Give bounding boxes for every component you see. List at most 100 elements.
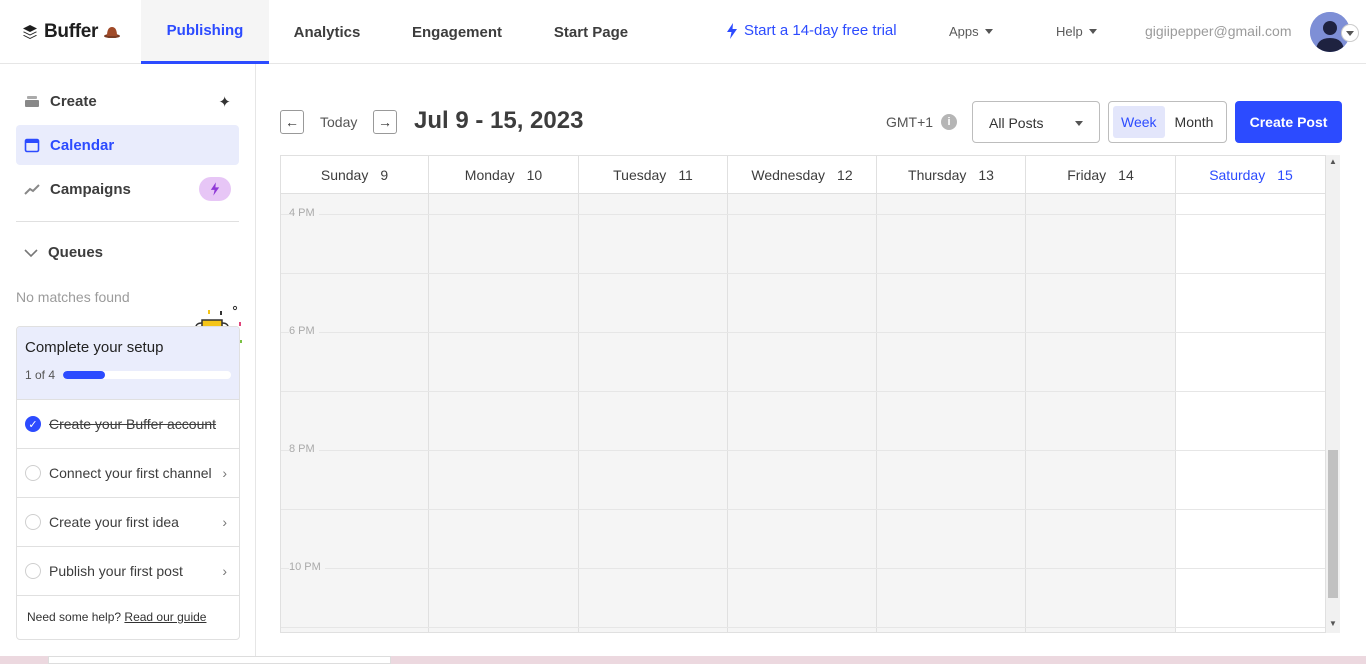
no-matches-text: No matches found — [16, 289, 130, 305]
setup-step-publish-post[interactable]: Publish your first post › — [17, 547, 239, 596]
date-range-title: Jul 9 - 15, 2023 — [414, 107, 584, 134]
hour-line — [281, 391, 1325, 392]
arrow-right-icon: → — [378, 114, 392, 130]
chevron-down-icon — [24, 248, 38, 257]
sidebar-item-campaigns[interactable]: Campaigns — [16, 169, 239, 209]
timezone-label: GMT+1 — [886, 114, 934, 130]
sidebar-item-label: Calendar — [50, 136, 115, 154]
lightning-icon — [727, 22, 737, 39]
week-view-button[interactable]: Week — [1113, 106, 1165, 138]
hour-line — [281, 214, 1325, 215]
sidebar-item-label: Campaigns — [50, 180, 131, 198]
buffer-logo[interactable]: Buffer — [22, 20, 121, 44]
day-number: 13 — [978, 167, 994, 183]
day-name: Thursday — [908, 167, 967, 183]
free-trial-link[interactable]: Start a 14-day free trial — [726, 22, 897, 39]
scroll-down-icon[interactable]: ▼ — [1329, 619, 1337, 628]
free-trial-label: Start a 14-day free trial — [744, 22, 897, 39]
info-icon[interactable]: i — [941, 114, 958, 130]
buffer-stack-icon — [23, 25, 37, 39]
setup-progress-text: 1 of 4 — [25, 368, 56, 382]
day-number: 9 — [380, 167, 389, 183]
queues-label: Queues — [48, 244, 104, 261]
day-name: Sunday — [320, 167, 369, 183]
account-email: gigiipepper@gmail.com — [1145, 23, 1292, 39]
tab-engagement[interactable]: Engagement — [402, 0, 512, 64]
progress-bar-fill — [63, 371, 106, 379]
day-header-monday: Monday 10 — [429, 156, 579, 194]
sidebar-item-create[interactable]: Create ✦ — [16, 81, 239, 121]
day-number: 10 — [526, 167, 543, 183]
day-name: Tuesday — [613, 167, 667, 183]
setup-help: Need some help? Read our guide — [17, 596, 239, 639]
hour-line — [281, 273, 1325, 274]
setup-step-label: Create your Buffer account — [49, 416, 217, 432]
previous-week-button[interactable]: ← — [280, 110, 304, 134]
day-number: 11 — [678, 167, 693, 183]
help-menu[interactable]: Help — [1056, 24, 1097, 39]
account-menu-toggle[interactable] — [1341, 24, 1359, 42]
calendar-scrollbar[interactable]: ▲ ▼ — [1326, 155, 1340, 633]
upgrade-bolt-icon[interactable] — [199, 177, 231, 201]
empty-circle-icon — [25, 563, 41, 579]
hour-label: 4 PM — [289, 207, 319, 219]
bottom-strip — [0, 656, 1366, 664]
hour-line — [281, 332, 1325, 333]
day-name: Monday — [464, 167, 515, 183]
day-name: Wednesday — [751, 167, 826, 183]
hour-line — [281, 509, 1325, 510]
day-name: Friday — [1067, 167, 1107, 183]
apps-menu[interactable]: Apps — [949, 24, 993, 39]
setup-header: Complete your setup 1 of 4 — [17, 327, 239, 400]
hat-icon — [104, 27, 121, 38]
day-header-wednesday: Wednesday 12 — [728, 156, 877, 194]
help-prefix: Need some help? — [27, 610, 122, 624]
setup-step-label: Connect your first channel — [49, 465, 212, 481]
tab-start-page[interactable]: Start Page — [543, 0, 639, 64]
sidebar-item-calendar[interactable]: Calendar — [16, 125, 239, 165]
next-week-button[interactable]: → — [373, 110, 397, 134]
empty-circle-icon — [25, 514, 41, 530]
day-name: Saturday — [1209, 167, 1266, 183]
setup-step-connect-channel[interactable]: Connect your first channel › — [17, 449, 239, 498]
month-view-button[interactable]: Month — [1167, 106, 1222, 138]
day-number: 15 — [1277, 167, 1293, 183]
read-guide-link[interactable]: Read our guide — [124, 610, 206, 624]
day-header-tuesday: Tuesday 11 — [579, 156, 728, 194]
progress-bar — [63, 371, 231, 379]
calendar-header: Sunday 9 Monday 10 Tuesday 11 Wednesday 12 Thurs… — [281, 156, 1325, 194]
scrollbar-thumb[interactable] — [1328, 450, 1338, 598]
setup-step-create-account[interactable]: ✓ Create your Buffer account — [17, 400, 239, 449]
post-filter-select[interactable]: All Posts — [972, 101, 1100, 143]
check-icon: ✓ — [25, 416, 41, 432]
tab-analytics[interactable]: Analytics — [281, 0, 373, 64]
timezone: GMT+1 i — [886, 114, 958, 130]
hour-line — [281, 568, 1325, 569]
magic-wand-icon[interactable]: ✦ — [218, 93, 231, 111]
scroll-up-icon[interactable]: ▲ — [1329, 157, 1337, 166]
arrow-left-icon: ← — [285, 114, 299, 130]
day-number: 12 — [837, 167, 853, 183]
hour-line — [281, 627, 1325, 628]
queues-toggle[interactable]: Queues — [24, 244, 103, 261]
setup-progress: 1 of 4 — [25, 368, 231, 382]
setup-step-create-idea[interactable]: Create your first idea › — [17, 498, 239, 547]
sidebar-item-label: Create — [50, 92, 97, 110]
top-nav: Buffer Publishing Analytics Engagement S… — [0, 0, 1366, 64]
tray-icon — [25, 96, 39, 107]
tab-publishing[interactable]: Publishing — [141, 0, 269, 64]
hour-label: 8 PM — [289, 443, 319, 455]
chevron-down-icon — [984, 29, 993, 34]
calendar-grid: 4 PM 6 PM 8 PM 10 PM — [281, 194, 1325, 632]
chevron-right-icon: › — [222, 465, 227, 481]
sidebar-divider — [16, 221, 239, 222]
chevron-down-icon — [1346, 30, 1354, 36]
today-button[interactable]: Today — [320, 114, 357, 130]
sidebar: Create ✦ Calendar Campaigns Queues No ma… — [0, 64, 256, 664]
post-filter-value: All Posts — [989, 115, 1044, 131]
day-number: 14 — [1118, 167, 1134, 183]
chevron-down-icon — [1088, 29, 1097, 34]
day-header-friday: Friday 14 — [1026, 156, 1176, 194]
create-post-button[interactable]: Create Post — [1235, 101, 1342, 143]
brand-name: Buffer — [44, 21, 99, 42]
